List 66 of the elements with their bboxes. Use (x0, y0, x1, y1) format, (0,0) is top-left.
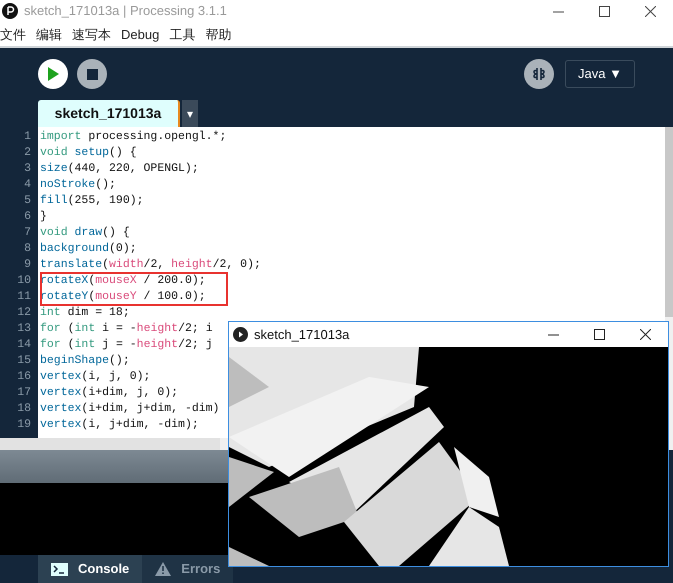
close-icon (640, 329, 650, 340)
line-number: 13 (16, 321, 32, 338)
terminal-icon (51, 562, 68, 576)
code-line: rotateY(mouseY / 100.0); (40, 289, 206, 306)
code-line: background(0); (40, 241, 137, 258)
vertical-scrollbar[interactable] (665, 127, 673, 317)
code-line: void draw() { (40, 225, 130, 242)
line-number: 18 (16, 401, 32, 418)
code-line: vertex(i+dim, j+dim, -dim) (40, 401, 220, 418)
mode-dropdown[interactable]: Java ▼ (565, 60, 635, 88)
code-line: vertex(i, j, 0); (40, 369, 150, 386)
menu-item[interactable]: Debug (121, 28, 160, 40)
code-line: beginShape(); (40, 353, 130, 370)
play-icon (47, 67, 59, 81)
line-number: 15 (16, 353, 32, 370)
code-line: fill(255, 190); (40, 193, 144, 210)
line-number: 11 (16, 289, 32, 306)
menu-item[interactable]: 编辑 (36, 28, 62, 40)
stop-button[interactable] (77, 59, 107, 89)
console-tab[interactable]: Console (38, 555, 142, 583)
play-icon (233, 327, 248, 342)
line-number: 19 (16, 417, 32, 434)
horizontal-scrollbar[interactable] (0, 438, 220, 450)
code-line: void setup() { (40, 145, 137, 162)
close-icon (644, 6, 656, 16)
butterfly-icon (531, 66, 548, 82)
line-number: 14 (16, 337, 32, 354)
menu-item[interactable]: 工具 (169, 28, 196, 40)
window-title: sketch_171013a | Processing 3.1.1 (24, 2, 227, 20)
run-button[interactable] (38, 59, 68, 89)
line-number: 9 (23, 257, 32, 274)
code-line: vertex(i+dim, j, 0); (40, 385, 178, 402)
code-line: rotateX(mouseX / 200.0); (40, 273, 206, 290)
line-number: 6 (23, 209, 32, 226)
code-line: for (int i = -height/2; i (40, 321, 213, 338)
maximize-icon (598, 6, 610, 16)
line-number: 2 (23, 145, 32, 162)
code-line: import processing.opengl.*; (40, 129, 226, 146)
menu-item[interactable]: 帮助 (205, 28, 232, 40)
line-number: 7 (23, 225, 32, 242)
editor-tab[interactable]: sketch_171013a (38, 100, 180, 127)
code-line: size(440, 220, OPENGL); (40, 161, 199, 178)
line-number: 16 (16, 369, 32, 386)
stop-icon (86, 68, 98, 80)
line-number: 1 (23, 129, 32, 146)
code-line: vertex(i, j+dim, -dim); (40, 417, 199, 434)
line-number: 3 (23, 161, 32, 178)
code-line: noStroke(); (40, 177, 116, 194)
line-number: 12 (16, 305, 32, 322)
line-number: 10 (16, 273, 32, 290)
menu-item[interactable]: 文件 (0, 28, 26, 40)
code-line: } (40, 209, 47, 226)
tab-menu-button[interactable]: ▾ (182, 100, 198, 127)
code-line: int dim = 18; (40, 305, 130, 322)
code-line: translate(width/2, height/2, 0); (40, 257, 261, 274)
maximize-icon (594, 329, 604, 340)
sketch-window-title: sketch_171013a (254, 326, 350, 344)
line-number: 4 (23, 177, 32, 194)
code-line: for (int j = -height/2; j (40, 337, 213, 354)
line-number: 5 (23, 193, 32, 210)
line-number: 8 (23, 241, 32, 258)
menu-item[interactable]: 速写本 (72, 28, 111, 40)
console-tab[interactable]: Errors (142, 555, 234, 583)
debugger-button[interactable] (524, 59, 554, 89)
line-number: 17 (16, 385, 32, 402)
warning-icon (155, 562, 172, 576)
